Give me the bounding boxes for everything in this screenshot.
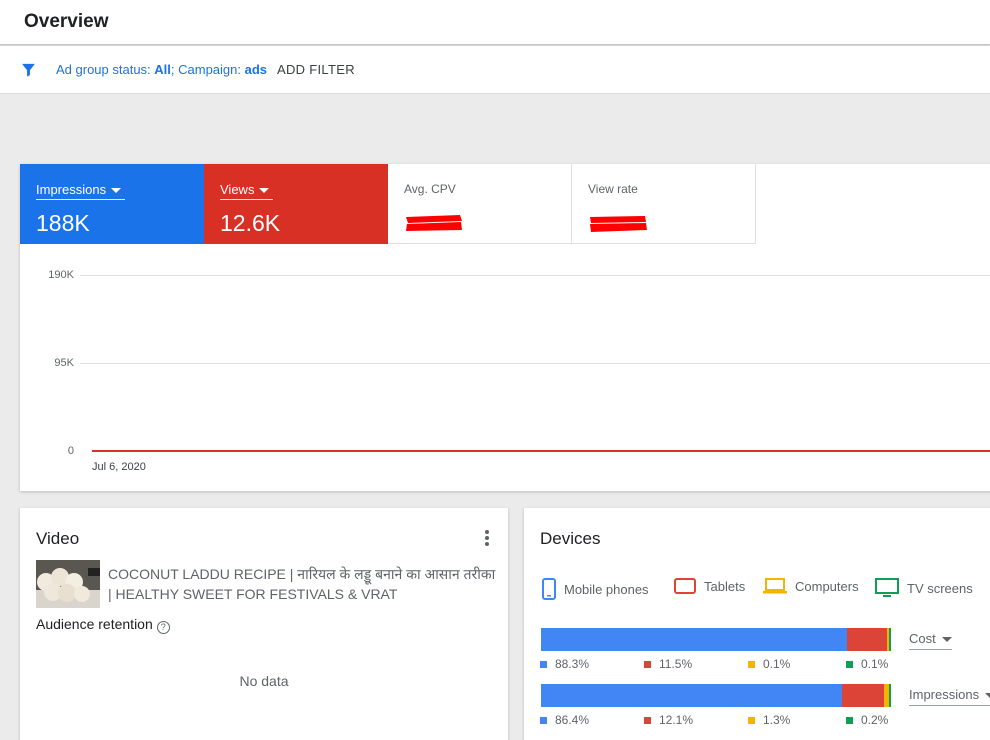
redaction-mark [406,215,462,231]
filter-bar: Ad group status: All; Campaign: ads ADD … [0,46,990,94]
no-data-message: No data [239,673,289,689]
tablet-icon [674,578,696,594]
y-tick-label: 0 [67,445,74,457]
bar-segment-tablet [842,684,885,707]
devices-card-title: Devices [540,529,601,548]
metric-value: 12.6K [220,210,281,236]
redaction-mark [590,216,647,232]
legend-tablets[interactable]: Tablets [674,578,745,594]
legend-label: Tablets [704,578,746,594]
legend-computers[interactable]: Computers [763,578,859,594]
pct-value: 86.4% [555,713,590,727]
y-tick-label: 95K [54,357,74,369]
metric-tab-view-rate[interactable]: View rate [572,164,756,244]
metric-label: Avg. CPV [404,182,456,196]
line-chart-plot [92,450,990,452]
metric-value: 188K [36,210,90,236]
device-pct-mobile: 88.3% [540,657,589,671]
video-thumbnail[interactable] [36,560,100,608]
filter-icon[interactable] [20,61,37,78]
bar-segment-mobile [541,684,843,707]
device-pct-computer: 1.3% [748,713,790,727]
filter-campaign-prefix: ; Campaign: [170,62,245,77]
legend-mobile-phones[interactable]: Mobile phones [542,578,649,600]
pct-value: 11.5% [659,657,693,671]
legend-label: TV screens [907,580,973,596]
filter-campaign-value: ads [244,62,268,77]
metric-label-text: Views [220,182,255,197]
metric-select-cost[interactable]: Cost [909,631,952,650]
pct-value: 12.1% [659,713,694,727]
video-card-title: Video [36,529,80,548]
help-icon[interactable]: ? [156,621,170,634]
metric-tab-avg-cpv[interactable]: Avg. CPV [388,164,572,244]
page-header: Overview [0,0,990,45]
metric-tab-impressions[interactable]: Impressions 188K [20,164,204,244]
bar-segment-mobile [541,628,847,651]
metric-select-label: Cost [909,631,936,646]
video-title-link[interactable]: COCONUT LADDU RECIPE | नारियल के लड्डू ब… [108,564,498,604]
add-filter-button[interactable]: ADD FILTER [277,62,355,77]
pct-value: 0.1% [861,657,889,671]
device-pct-tv: 0.1% [846,657,888,671]
device-share-bar-cost [541,628,892,651]
dropdown-caret-icon [259,188,270,194]
audience-retention-label: Audience retention? [36,616,170,634]
bar-segment-tv [888,684,891,707]
legend-label: Mobile phones [564,581,649,597]
dropdown-caret-icon [941,637,952,643]
legend-label: Computers [795,578,859,594]
device-share-bar-impressions [541,684,891,707]
performance-chart-card: Impressions 188K Views 12.6K Avg. CPV Vi… [20,164,990,491]
legend-tv-screens[interactable]: TV screens [875,578,973,598]
page-title: Overview [24,11,109,32]
audience-retention-text: Audience retention [36,616,153,632]
metric-select-label: Impressions [909,687,980,702]
device-pct-mobile: 86.4% [540,713,589,727]
device-pct-computer: 0.1% [748,657,790,671]
video-card: Video COCONUT LADDU RECIPE | नारियल के ल… [20,508,508,740]
pct-value: 88.3% [555,657,590,671]
bar-segment-tablet [847,628,887,651]
x-tick-label: Jul 6, 2020 [92,461,146,473]
metric-label[interactable]: Impressions [36,182,126,200]
y-tick-label: 190K [48,269,74,281]
more-options-icon[interactable] [484,530,490,550]
device-pct-tablet: 12.1% [644,713,693,727]
active-filters[interactable]: Ad group status: All; Campaign: ads [56,62,267,77]
metric-label: View rate [588,182,638,196]
mobile-phone-icon [542,578,556,600]
metric-select-impressions[interactable]: Impressions [909,687,990,706]
metric-tab-views[interactable]: Views 12.6K [204,164,388,244]
pct-value: 1.3% [763,713,791,727]
metric-label-text: Impressions [36,182,107,197]
tv-screen-icon [875,578,899,597]
computer-icon [763,578,787,594]
dropdown-caret-icon [985,693,990,699]
filter-status-value: All [154,62,171,77]
filter-status-prefix: Ad group status: [56,62,155,77]
bar-segment-tv [888,628,892,651]
device-pct-tv: 0.2% [846,713,888,727]
pct-value: 0.2% [861,713,889,727]
metric-label[interactable]: Views [220,182,274,200]
devices-card: Devices Mobile phones Tablets Computers … [524,508,990,740]
device-pct-tablet: 11.5% [644,657,692,671]
pct-value: 0.1% [763,657,791,671]
dropdown-caret-icon [111,188,122,194]
